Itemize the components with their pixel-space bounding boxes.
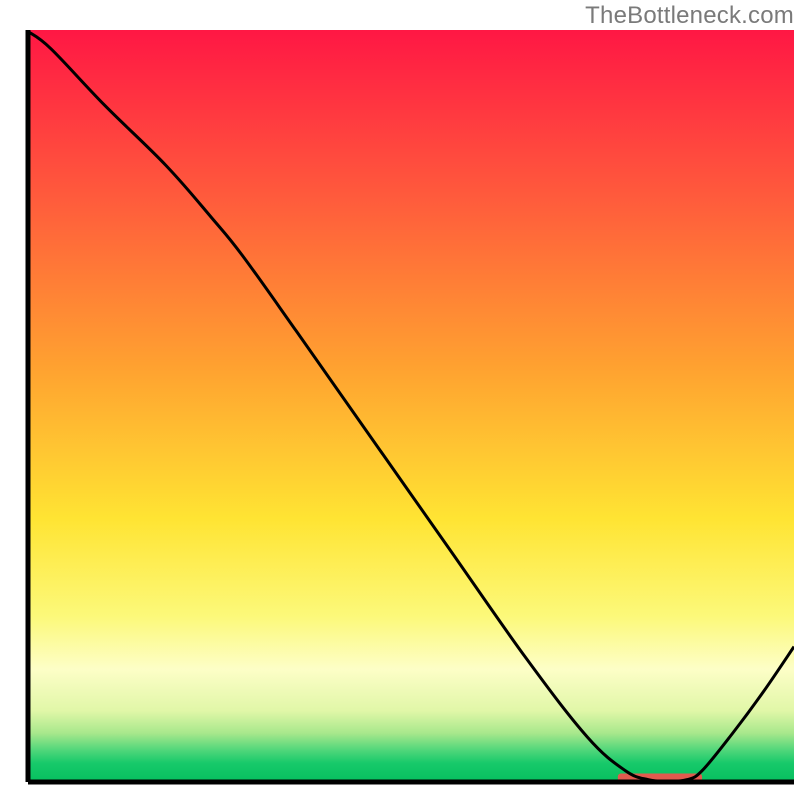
- bottleneck-chart: [0, 0, 800, 800]
- plot-area: [28, 30, 794, 782]
- chart-container: TheBottleneck.com: [0, 0, 800, 800]
- watermark: TheBottleneck.com: [585, 2, 794, 30]
